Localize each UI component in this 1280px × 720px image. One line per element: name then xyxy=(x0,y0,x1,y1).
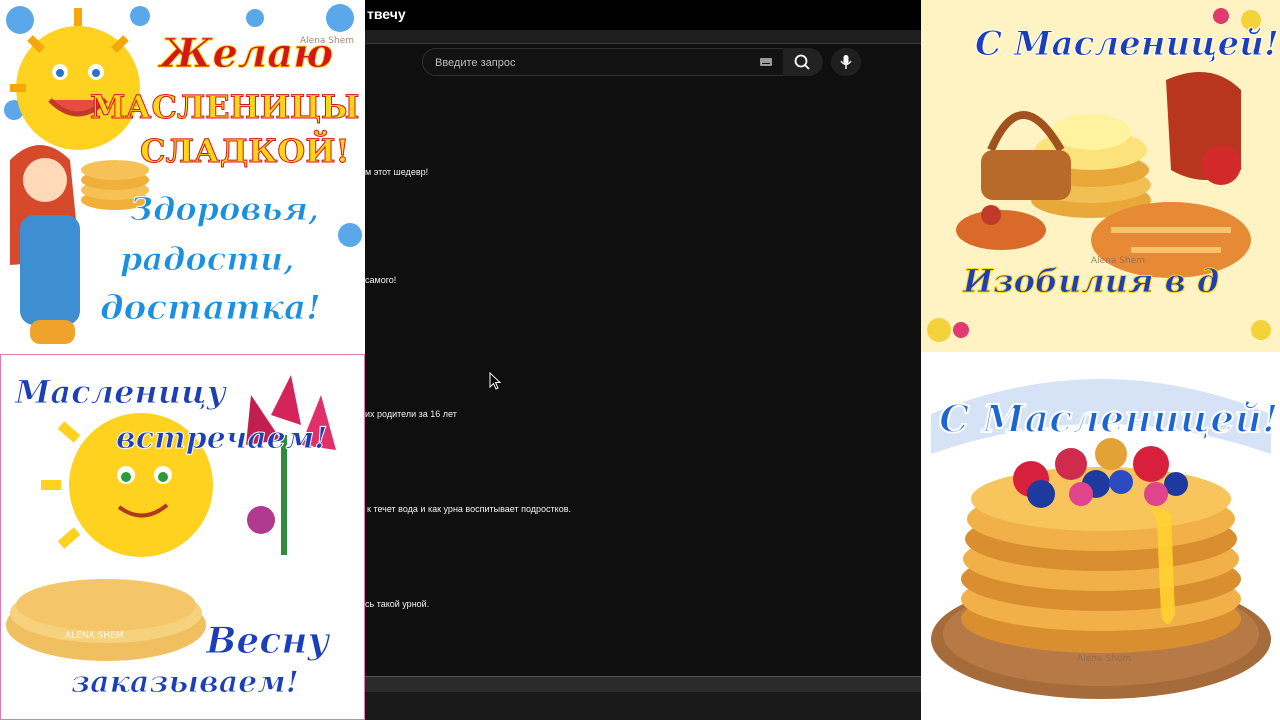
comment-text: самого! xyxy=(365,275,397,285)
greeting-card-top-left: Желаю масленицы сладкой! Здоровья, радос… xyxy=(0,0,365,352)
search-input[interactable] xyxy=(435,55,745,71)
card-bl-line1: Масленицу xyxy=(15,373,227,412)
bottom-panel xyxy=(365,692,921,720)
pancake-icon xyxy=(6,579,206,661)
card-bl-line3: Весну xyxy=(205,620,330,663)
card-tl-line5: радости, xyxy=(119,240,295,279)
greeting-card-bottom-left: Масленицу встречаем! Весну заказываем! A… xyxy=(0,354,365,720)
card-tr-watermark: Alena Shem xyxy=(1091,256,1145,266)
video-app-window: твечу м этот шедевр! самого! их родители… xyxy=(365,0,921,720)
comment-text: м этот шедевр! xyxy=(365,167,429,177)
keyboard-icon[interactable] xyxy=(760,58,772,66)
card-tl-line3: сладкой! xyxy=(140,132,351,171)
greeting-card-top-right: С Масленицей! Изобилия в д Alena Shem xyxy=(921,0,1280,352)
video-title: твечу xyxy=(367,6,406,22)
card-tr-line2: Изобилия в д xyxy=(962,262,1220,301)
comment-text: к течет вода и как урна воспитывает подр… xyxy=(367,504,571,514)
card-tl-line4: Здоровья, xyxy=(129,190,320,229)
flower-icon xyxy=(246,375,336,555)
card-tl-line6: достатка! xyxy=(100,288,322,329)
card-tl-watermark: Alena Shem xyxy=(300,36,354,46)
voice-search-button[interactable] xyxy=(831,48,861,76)
search-icon xyxy=(794,54,810,70)
screen: Желаю масленицы сладкой! Здоровья, радос… xyxy=(0,0,1280,720)
bottom-scroll-bar[interactable] xyxy=(365,676,921,692)
comment-text: сь такой урной. xyxy=(365,599,430,609)
card-tl-line2: масленицы xyxy=(89,88,360,127)
card-bl-watermark: ALENA SHEM xyxy=(65,631,124,641)
comment-text: их родители за 16 лет xyxy=(365,409,457,419)
header-divider xyxy=(365,30,921,44)
cursor-icon xyxy=(489,372,502,390)
search-box[interactable] xyxy=(422,48,822,76)
mic-icon xyxy=(840,55,852,69)
card-bl-line4: заказываем! xyxy=(71,665,300,701)
search-button[interactable] xyxy=(783,48,823,76)
card-bl-line2: встречаем! xyxy=(115,421,328,457)
card-br-watermark: Alena Shem xyxy=(1077,654,1131,664)
greeting-card-bottom-right: С Масленицей! Alena Shem xyxy=(921,354,1280,720)
card-tr-line1: С Масленицей! xyxy=(975,24,1280,65)
card-br-line1: С Масленицей! xyxy=(938,395,1280,442)
title-bar: твечу xyxy=(365,0,921,30)
